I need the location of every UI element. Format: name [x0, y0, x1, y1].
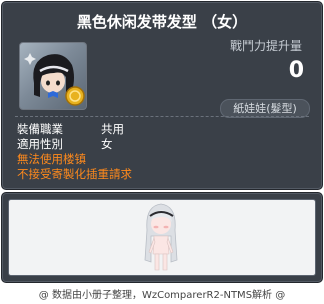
item-tooltip: 黑色休闲发带发型 （女） 戰鬥力提升量 0 紙娃娃(髮型) 裝備職業 共用 適用… — [1, 1, 323, 190]
warning-text: 不接受寄製化插重請求 — [17, 167, 132, 181]
preview-area — [8, 199, 316, 276]
footer-credit: @ 数据由小册子整理，WzComparerR2-NTMS解析 @ — [38, 290, 286, 301]
property-key: 裝備職業 — [17, 122, 63, 136]
property-row: 適用性別 女 — [17, 137, 132, 152]
properties-list: 裝備職業 共用 適用性別 女 無法使用楼镇 不接受寄製化插重請求 — [17, 122, 132, 182]
property-value: 女 — [101, 137, 113, 151]
property-key: 適用性別 — [17, 137, 63, 151]
coin-icon — [65, 86, 85, 106]
character-preview — [144, 203, 178, 271]
property-value: 共用 — [101, 122, 124, 136]
property-row: 裝備職業 共用 — [17, 122, 132, 137]
warning-text: 無法使用楼镇 — [17, 152, 86, 166]
item-title: 黑色休闲发带发型 （女） — [76, 13, 248, 31]
item-icon-frame — [19, 42, 87, 110]
attack-label: 戰鬥力提升量 — [229, 39, 302, 53]
attack-value: 0 — [288, 58, 304, 83]
divider — [15, 116, 309, 117]
preview-panel — [1, 192, 323, 283]
